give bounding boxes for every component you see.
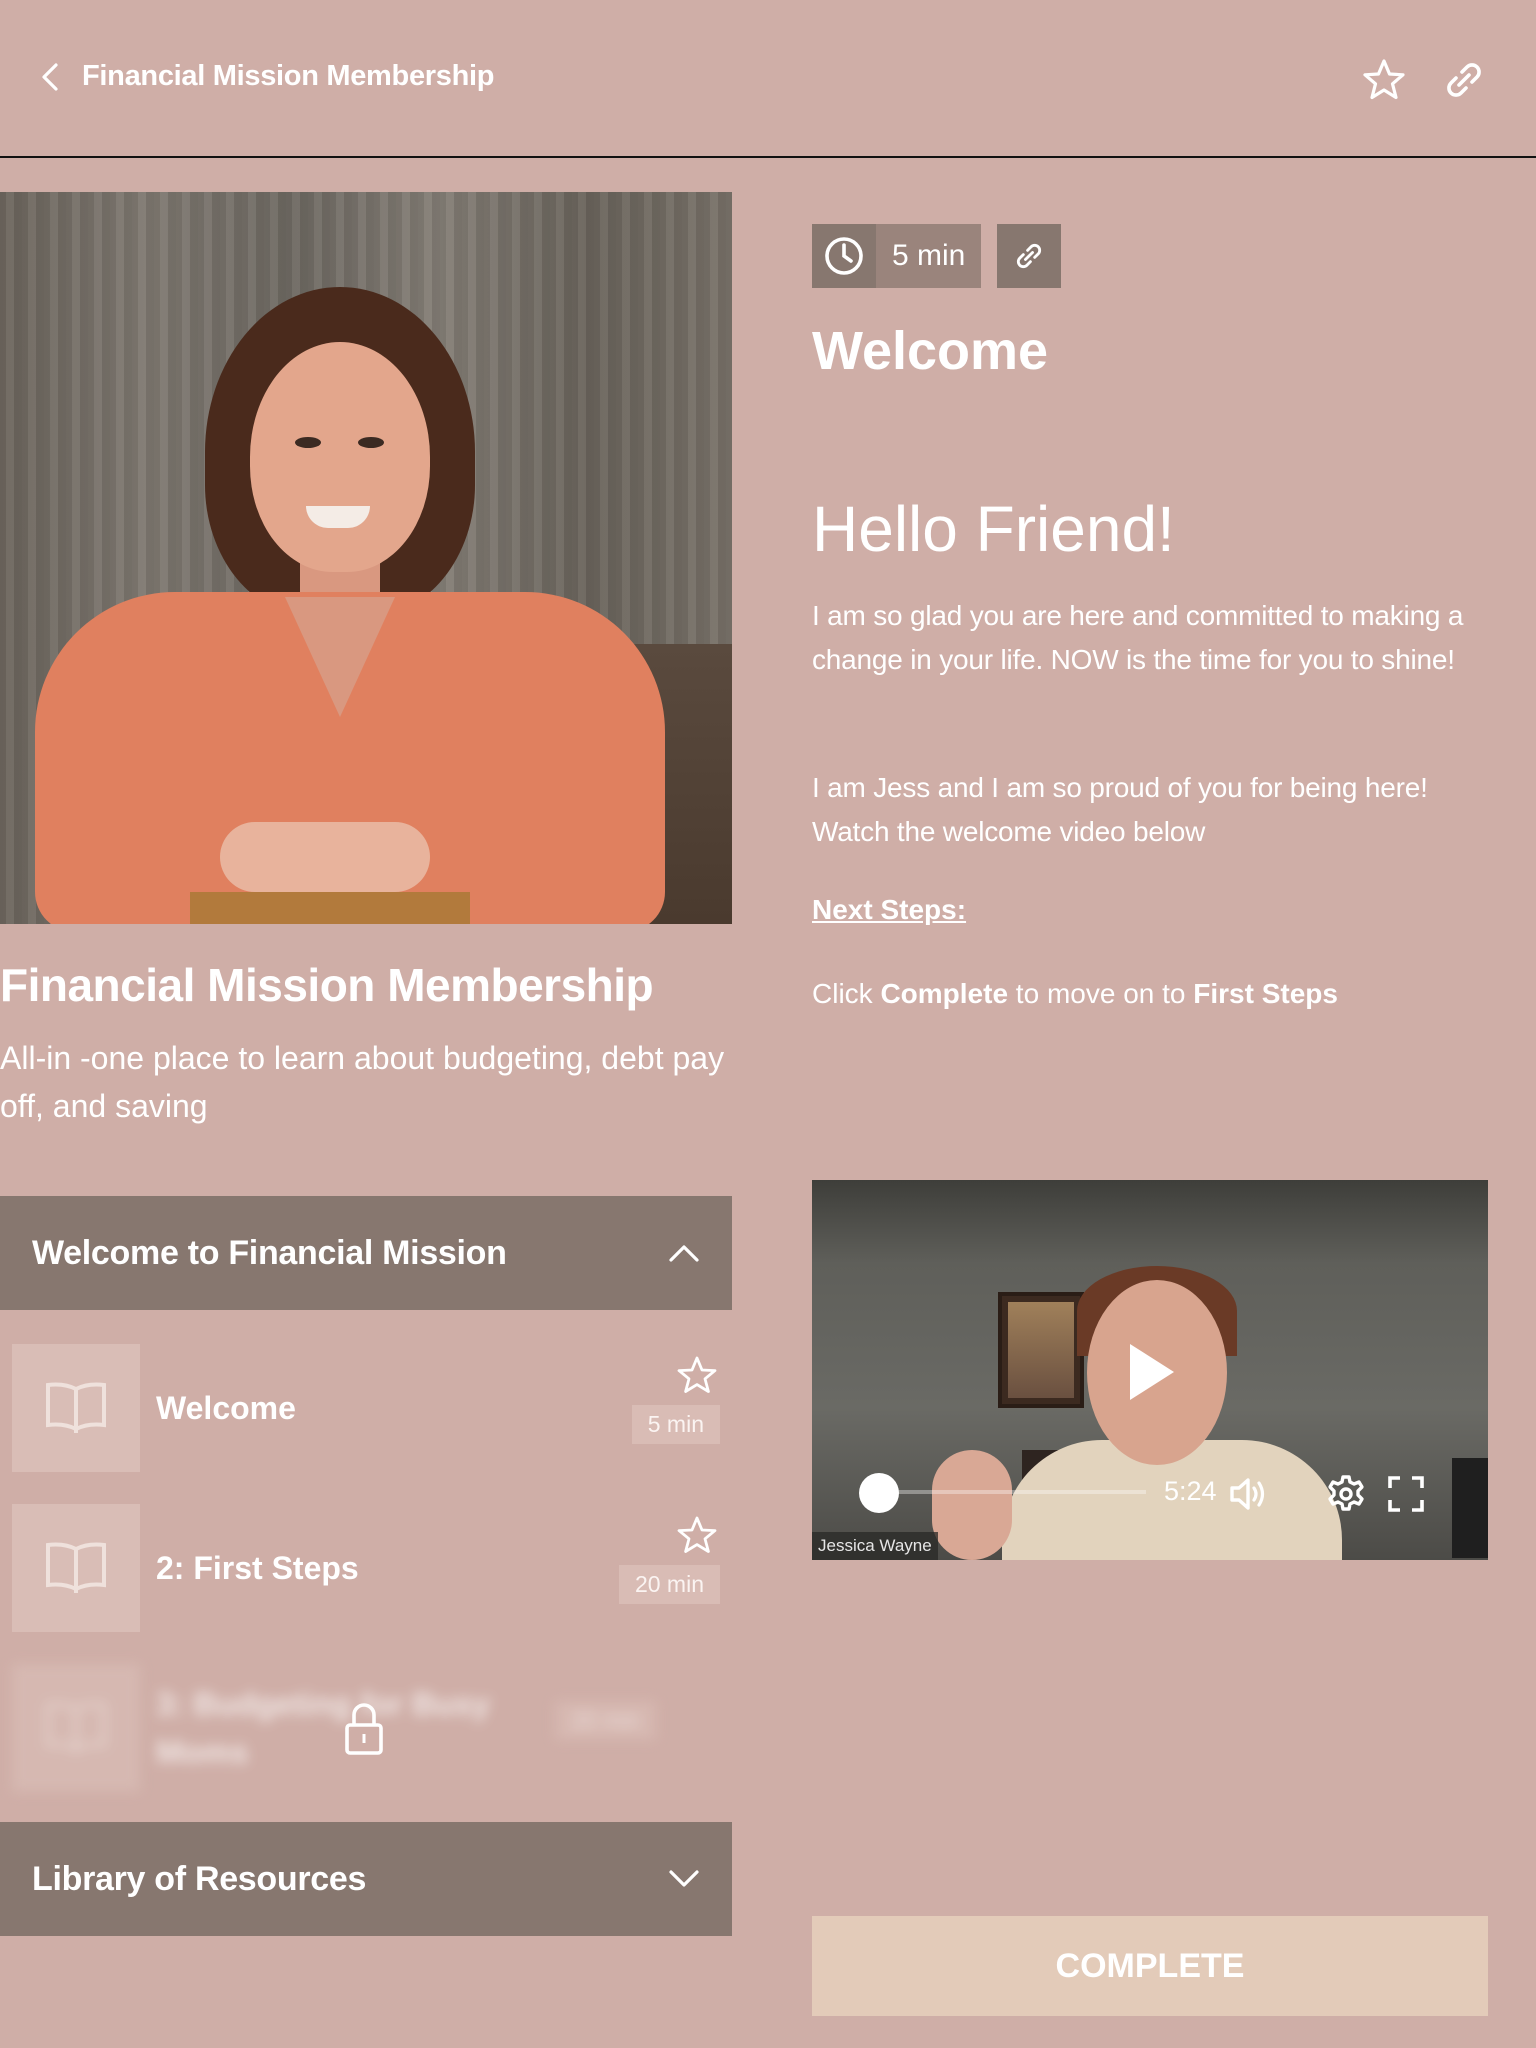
link-icon bbox=[1447, 63, 1481, 97]
share-link-button[interactable] bbox=[1440, 56, 1488, 104]
chevron-down-icon bbox=[669, 1870, 699, 1887]
gear-icon bbox=[1328, 1475, 1364, 1511]
next-steps-instruction: Click Complete to move on to First Steps bbox=[812, 978, 1338, 1010]
complete-button[interactable]: COMPLETE bbox=[812, 1916, 1488, 2016]
lesson-paragraph-2: I am Jess and I am so proud of you for b… bbox=[812, 772, 1428, 847]
duration-chip: 5 min bbox=[812, 224, 982, 288]
lesson-paragraph-1: I am so glad you are here and committed … bbox=[812, 600, 1464, 675]
chevron-left-icon bbox=[42, 62, 58, 91]
course-description: All-in -one place to learn about budgeti… bbox=[0, 1040, 725, 1124]
instruction-text: Click bbox=[812, 978, 881, 1009]
settings-button[interactable] bbox=[1326, 1474, 1366, 1514]
lesson-title: 2: First Steps bbox=[156, 1549, 359, 1586]
video-duration: 5:24 bbox=[1164, 1476, 1217, 1506]
lock-icon bbox=[345, 1703, 383, 1755]
video-progress-handle[interactable] bbox=[859, 1473, 899, 1513]
star-icon[interactable] bbox=[676, 1355, 718, 1395]
star-icon bbox=[1363, 59, 1405, 100]
video-credit: Jessica Wayne bbox=[812, 1532, 938, 1560]
volume-button[interactable] bbox=[1228, 1474, 1270, 1514]
book-open-icon bbox=[46, 1542, 106, 1593]
next-steps-label: Next Steps: bbox=[812, 894, 967, 925]
section-title: Welcome to Financial Mission bbox=[32, 1233, 507, 1272]
chevron-up-icon bbox=[669, 1245, 699, 1262]
lesson-duration: 20 min bbox=[618, 1565, 720, 1604]
fullscreen-icon bbox=[1388, 1476, 1424, 1512]
lesson-thumbnail bbox=[12, 1504, 140, 1632]
play-icon[interactable] bbox=[1130, 1344, 1174, 1400]
clock-icon bbox=[825, 237, 863, 275]
lesson-item-first-steps[interactable]: 2: First Steps 20 min bbox=[12, 1501, 720, 1635]
lesson-item-welcome[interactable]: Welcome 5 min bbox=[12, 1341, 720, 1475]
video-player[interactable]: 5:24 Jessica Wayne bbox=[812, 1180, 1488, 1560]
lesson-duration-label: 5 min bbox=[876, 224, 982, 288]
section-title: Library of Resources bbox=[32, 1859, 367, 1898]
section-header-welcome[interactable]: Welcome to Financial Mission bbox=[0, 1196, 732, 1310]
video-progress-bar[interactable] bbox=[862, 1490, 1146, 1494]
lesson-title-heading: Welcome bbox=[812, 321, 1049, 381]
instruction-first-steps: First Steps bbox=[1193, 978, 1338, 1009]
book-open-icon bbox=[46, 1382, 106, 1433]
fullscreen-button[interactable] bbox=[1386, 1474, 1426, 1514]
lesson-item-locked[interactable]: 3: Budgeting for Busy Moms 20 min bbox=[12, 1661, 720, 1795]
top-bar: Financial Mission Membership bbox=[0, 0, 1536, 158]
instruction-text: to move on to bbox=[1008, 978, 1194, 1009]
lesson-duration: 5 min bbox=[631, 1405, 720, 1444]
instruction-complete: Complete bbox=[880, 978, 1009, 1009]
lesson-thumbnail bbox=[12, 1664, 140, 1792]
back-button[interactable]: Financial Mission Membership bbox=[38, 60, 494, 93]
lesson-thumbnail bbox=[12, 1344, 140, 1472]
star-icon[interactable] bbox=[676, 1515, 718, 1555]
topbar-title: Financial Mission Membership bbox=[82, 60, 495, 92]
book-open-icon bbox=[46, 1702, 106, 1753]
lesson-meta: 5 min bbox=[812, 224, 1062, 288]
volume-icon bbox=[1230, 1478, 1265, 1510]
lesson-title: Welcome bbox=[156, 1389, 296, 1426]
course-title: Financial Mission Membership bbox=[0, 959, 654, 1011]
lesson-greeting: Hello Friend! bbox=[812, 493, 1175, 565]
lesson-title: 3: Budgeting for Busy Moms bbox=[156, 1686, 491, 1770]
copy-link-button[interactable] bbox=[997, 224, 1062, 288]
course-hero-image bbox=[0, 192, 732, 924]
lesson-duration: 20 min bbox=[554, 1701, 656, 1740]
section-header-library[interactable]: Library of Resources bbox=[0, 1822, 732, 1936]
favorite-button[interactable] bbox=[1360, 56, 1408, 104]
link-icon bbox=[1017, 243, 1042, 269]
